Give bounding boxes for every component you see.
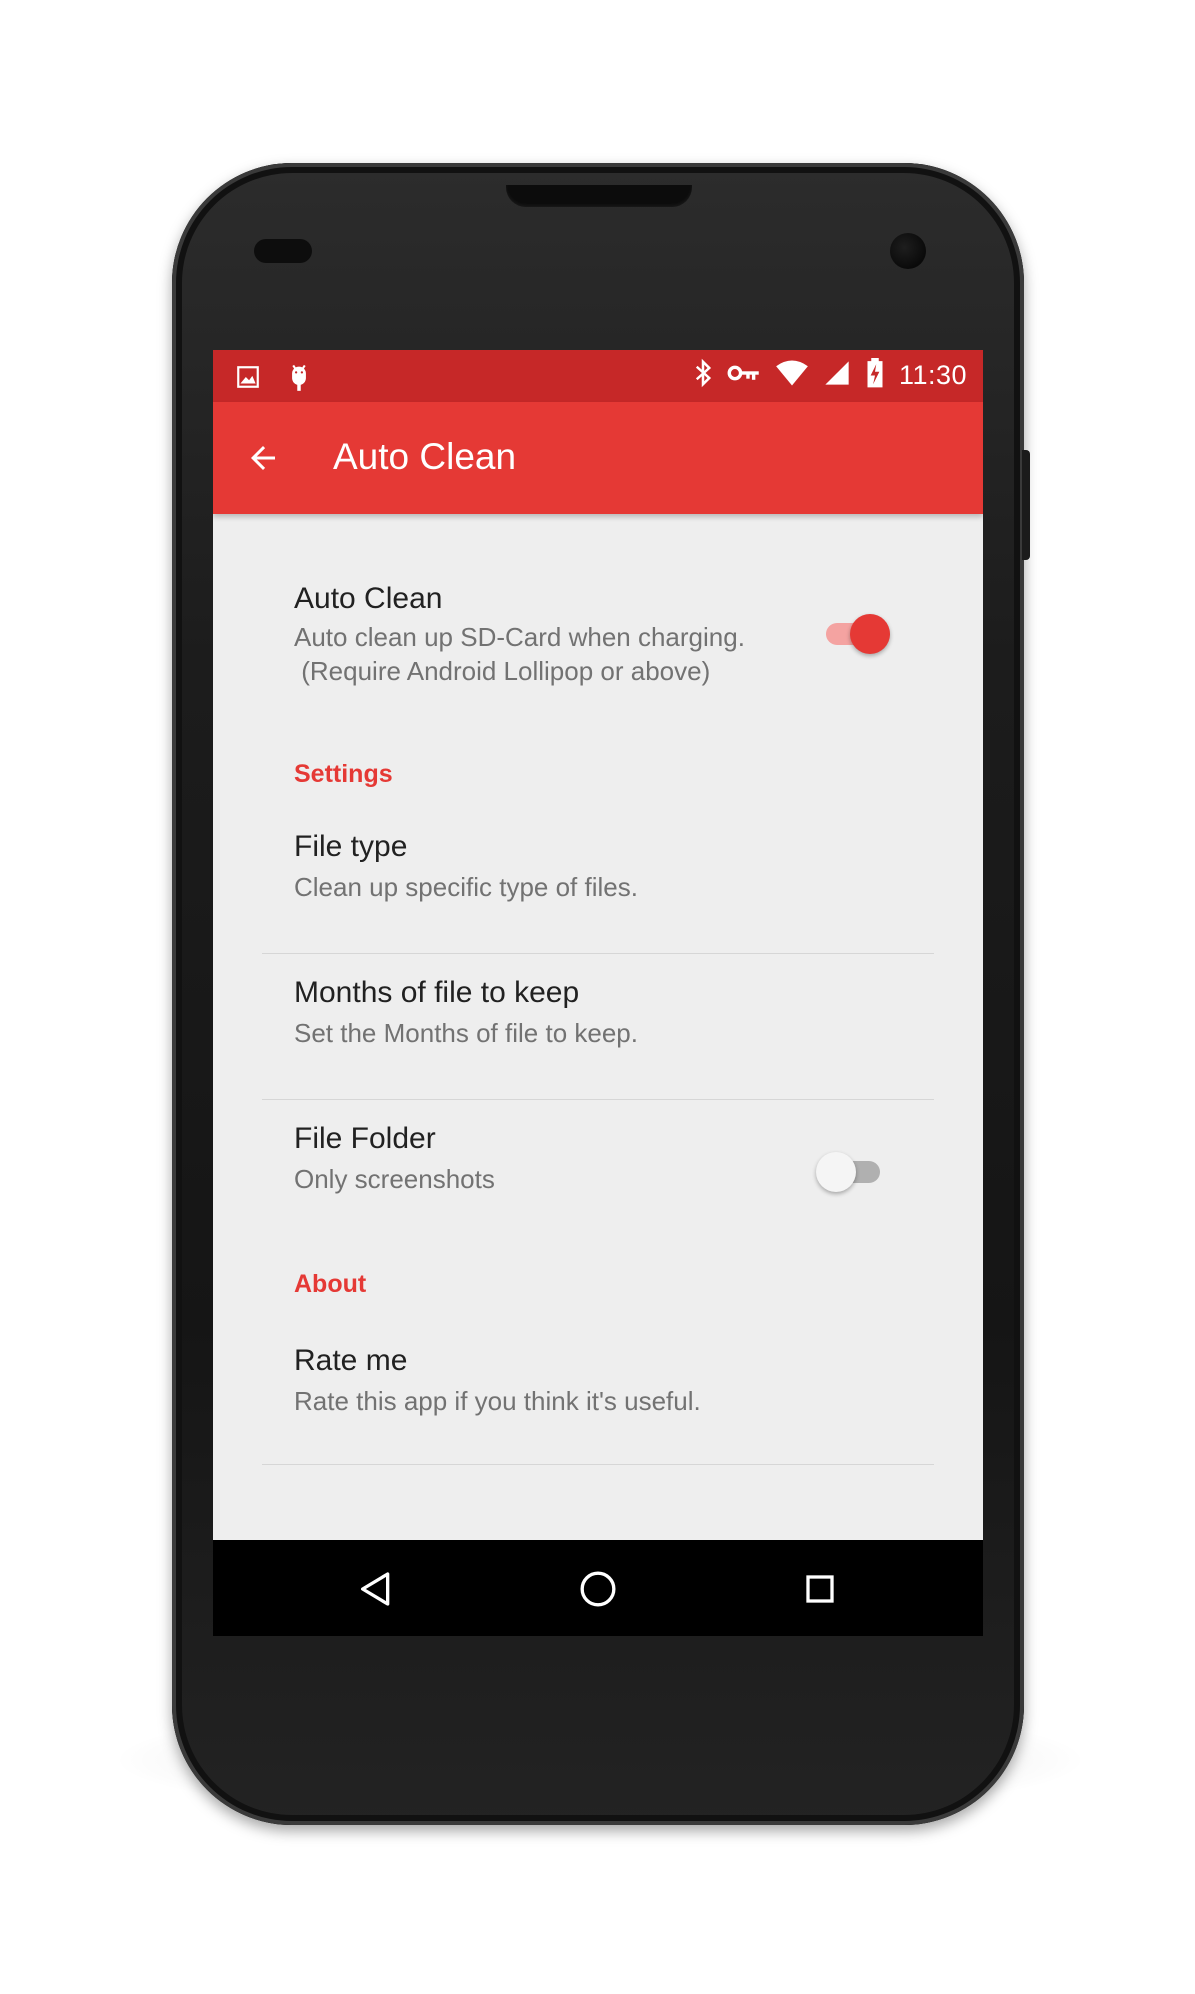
auto-clean-switch[interactable]	[820, 612, 890, 656]
system-nav-bar	[213, 1540, 983, 1636]
auto-clean-switch-thumb	[850, 614, 890, 654]
bluetooth-icon	[693, 358, 713, 393]
android-debug-icon	[285, 362, 313, 397]
image-icon	[235, 364, 261, 395]
cell-signal-icon	[823, 359, 851, 392]
pref-file-type-summary: Clean up specific type of files.	[294, 872, 638, 902]
section-header-settings: Settings	[294, 760, 393, 788]
pref-file-folder-title: File Folder	[294, 1122, 436, 1155]
pref-months-to-keep-summary: Set the Months of file to keep.	[294, 1018, 638, 1048]
nav-back-button[interactable]	[349, 1562, 403, 1616]
page-title: Auto Clean	[333, 436, 517, 477]
recents-square-icon	[806, 1575, 834, 1603]
file-folder-switch-thumb	[816, 1152, 856, 1192]
back-triangle-icon	[361, 1572, 390, 1606]
back-button[interactable]	[243, 438, 283, 478]
pref-auto-clean-title: Auto Clean	[294, 582, 443, 615]
pref-months-to-keep-title: Months of file to keep	[294, 976, 580, 1009]
status-left-icons	[235, 362, 313, 397]
section-header-about: About	[294, 1270, 367, 1298]
pref-rate-me-summary: Rate this app if you think it's useful.	[294, 1386, 701, 1416]
pref-months-to-keep[interactable]: Months of file to keep Set the Months of…	[213, 954, 983, 1099]
pref-rate-me[interactable]: Rate me Rate this app if you think it's …	[213, 1324, 983, 1464]
device-screen: 11:30 Auto Clean Auto Clean Auto clean u…	[213, 350, 983, 1636]
nav-recents-button[interactable]	[793, 1562, 847, 1616]
pref-file-type-title: File type	[294, 830, 408, 863]
front-camera	[890, 233, 926, 269]
pref-file-folder[interactable]: File Folder Only screenshots	[213, 1100, 983, 1245]
pref-auto-clean-summary: Auto clean up SD-Card when charging. (Re…	[294, 622, 745, 686]
app-toolbar: Auto Clean	[213, 402, 983, 514]
nav-home-button[interactable]	[571, 1562, 625, 1616]
home-circle-icon	[580, 1571, 616, 1607]
pref-file-type[interactable]: File type Clean up specific type of file…	[213, 814, 983, 954]
proximity-sensor	[254, 239, 312, 263]
pref-file-folder-summary: Only screenshots	[294, 1164, 495, 1194]
arrow-back-icon	[251, 446, 275, 470]
vpn-key-icon	[727, 361, 761, 390]
pref-auto-clean[interactable]: Auto Clean Auto clean up SD-Card when ch…	[213, 514, 983, 686]
status-bar: 11:30	[213, 350, 983, 402]
power-button[interactable]	[1022, 450, 1030, 560]
divider	[262, 1464, 934, 1465]
status-time: 11:30	[898, 360, 967, 390]
wifi-icon	[775, 359, 809, 392]
pref-rate-me-title: Rate me	[294, 1344, 408, 1377]
battery-charging-icon	[865, 358, 885, 393]
status-right-icons: 11:30	[693, 358, 967, 393]
file-folder-switch[interactable]	[816, 1150, 886, 1194]
earpiece-speaker	[506, 185, 692, 207]
